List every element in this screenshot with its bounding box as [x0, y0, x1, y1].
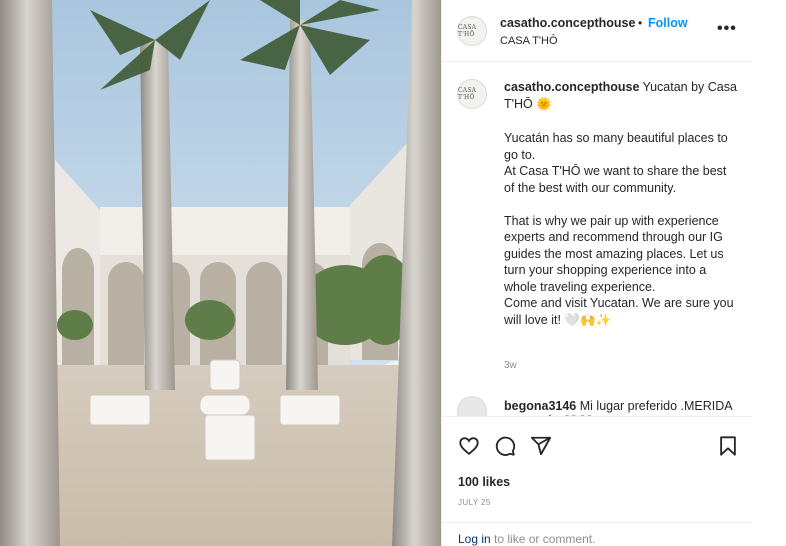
login-prompt: Log in to like or comment. — [442, 522, 753, 546]
caption-body: Yucatán has so many beautiful places to … — [504, 130, 739, 328]
post-time-ago[interactable]: 3w — [504, 360, 517, 371]
login-prompt-text: to like or comment. — [490, 532, 596, 546]
post-image[interactable] — [0, 0, 441, 546]
more-options-icon[interactable]: ••• — [717, 20, 737, 38]
caption-line: At Casa T'HŌ we want to share the best o… — [504, 164, 727, 195]
commenter-avatar[interactable] — [457, 396, 487, 416]
post-header: CASA T'HŌ casatho.concepthouse • Follow … — [442, 0, 753, 62]
caption-line: That is why we pair up with experience e… — [504, 213, 724, 294]
post-location[interactable]: CASA T'HŌ — [500, 35, 558, 47]
post-detail-panel: CASA T'HŌ casatho.concepthouse • Follow … — [441, 0, 753, 546]
author-avatar[interactable]: CASA T'HŌ — [457, 16, 487, 46]
avatar-text: CASA T'HŌ — [458, 24, 477, 38]
caption-line: Yucatán has so many beautiful places to … — [504, 131, 728, 162]
caption-header: casatho.concepthouse Yucatan by Casa T'HŌ… — [504, 79, 739, 112]
bookmark-icon[interactable] — [717, 435, 739, 457]
caption-username[interactable]: casatho.concepthouse — [504, 80, 639, 94]
share-icon[interactable] — [530, 435, 552, 457]
separator-dot: • — [638, 16, 643, 30]
caption-avatar[interactable]: CASA T'HŌ — [457, 79, 487, 109]
login-link[interactable]: Log in — [458, 532, 491, 546]
heart-icon[interactable] — [458, 435, 480, 457]
caption-area: CASA T'HŌ casatho.concepthouse Yucatan by… — [442, 62, 753, 416]
avatar-text: CASA T'HŌ — [458, 87, 477, 101]
comment-icon[interactable] — [494, 435, 516, 457]
post-date[interactable]: JULY 25 — [458, 498, 491, 507]
action-bar: 100 likes JULY 25 Log in to like or comm… — [442, 416, 753, 546]
follow-button[interactable]: Follow — [648, 16, 688, 30]
courtyard-photo — [0, 0, 441, 546]
comment-text-block: begona3146 Mi lugar preferido .MERIDA YU… — [504, 398, 744, 416]
likes-count[interactable]: 100 likes — [458, 475, 510, 489]
author-username[interactable]: casatho.concepthouse — [500, 16, 635, 30]
caption-line: Come and visit Yucatan. We are sure you … — [504, 296, 734, 327]
page-margin — [752, 0, 786, 546]
commenter-username[interactable]: begona3146 — [504, 399, 576, 413]
